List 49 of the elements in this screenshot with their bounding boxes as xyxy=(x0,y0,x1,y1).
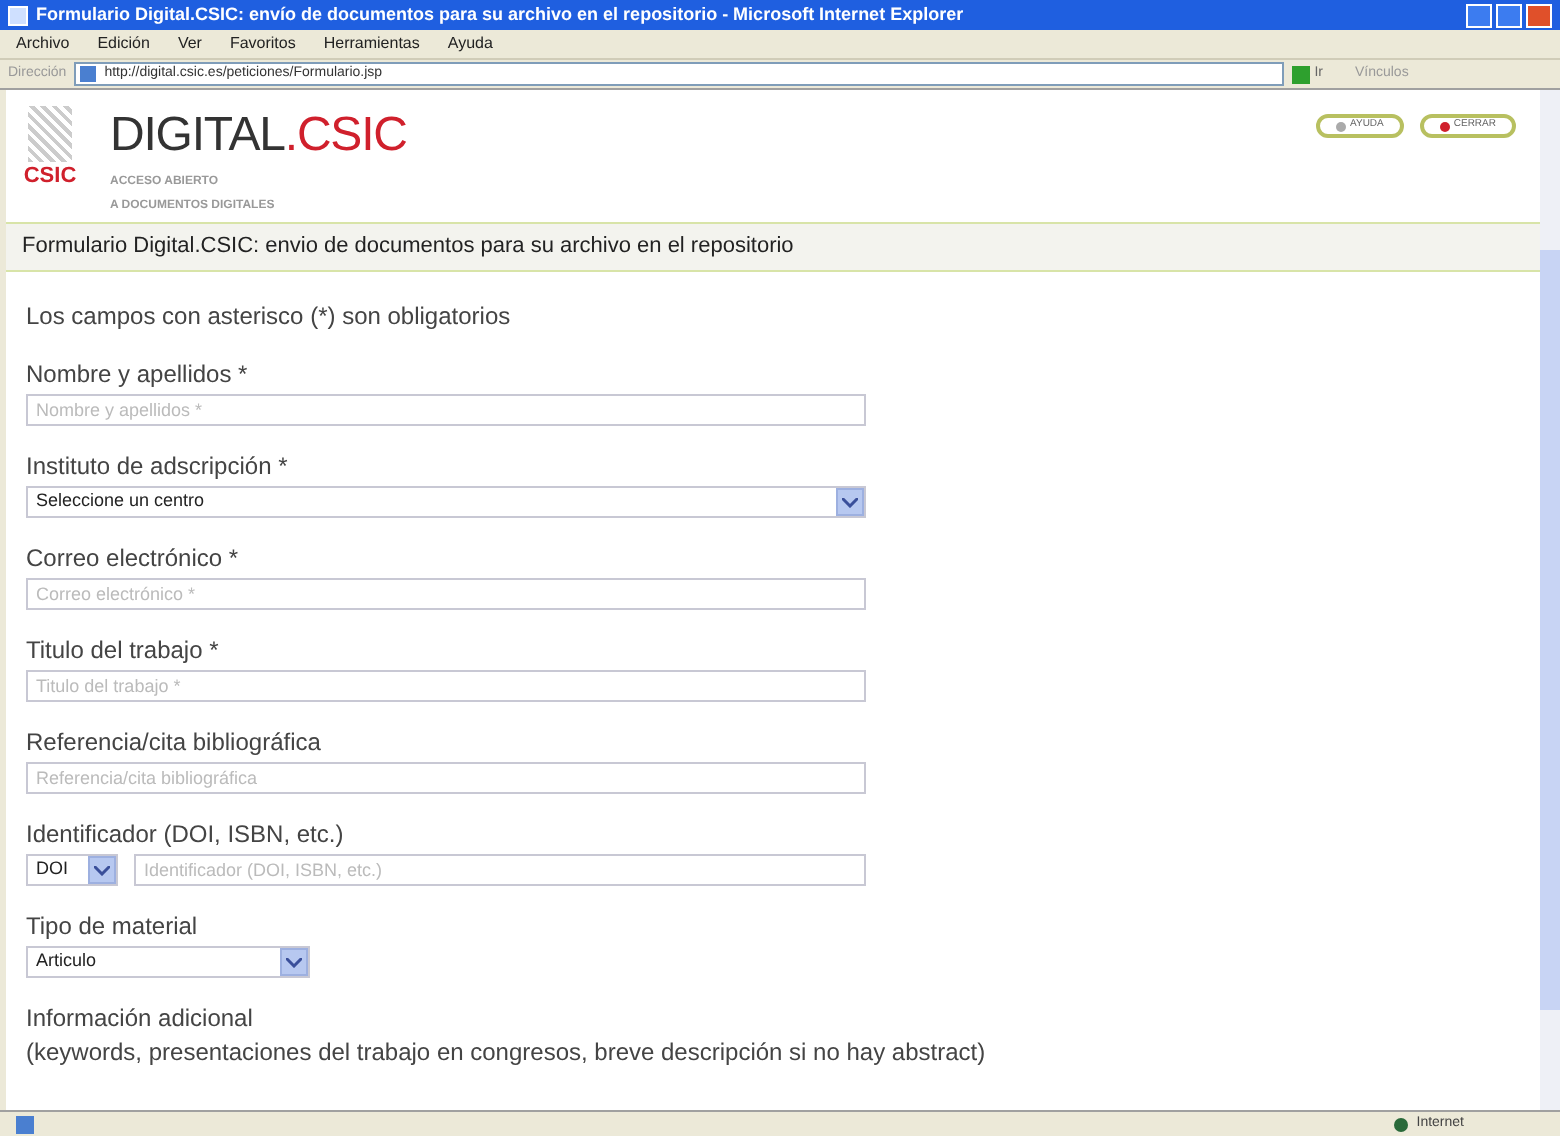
page-title-bar: Formulario Digital.CSIC: envio de documentos para su archivo en el repositorio xyxy=(6,222,1540,272)
field-hint: (keywords, presentaciones del trabajo en congresos, breve descripción si no hay abstract) xyxy=(26,1038,988,1066)
menu-item[interactable]: Favoritos xyxy=(229,32,296,56)
select-value: Seleccione un centro xyxy=(36,488,205,515)
menu-item[interactable]: Ver xyxy=(177,32,202,56)
window-title: Formulario Digital.CSIC: envío de documentos para su archivo en el repositorio - Microsoft Internet Explorer xyxy=(36,1,964,28)
menu-item[interactable]: Herramientas xyxy=(323,32,420,56)
menu-item[interactable]: Edición xyxy=(97,32,150,56)
scrollbar-thumb[interactable] xyxy=(1540,250,1560,1010)
logo-text: CSIC xyxy=(23,166,77,188)
page-icon xyxy=(80,66,97,82)
maximize-button[interactable] xyxy=(1496,3,1522,27)
site-brand: DIGITAL.CSIC xyxy=(110,110,407,162)
text-field[interactable]: Referencia/cita bibliográfica xyxy=(26,762,866,794)
close-icon xyxy=(1439,121,1450,131)
required-note: Los campos con asterisco (*) son obligatorios xyxy=(26,300,513,334)
select-value: DOI xyxy=(36,856,69,883)
minimize-button[interactable] xyxy=(1466,3,1492,27)
field-label: Referencia/cita bibliográfica xyxy=(26,728,323,756)
field-label: Nombre y apellidos * xyxy=(26,360,250,388)
select-field[interactable]: Seleccione un centro xyxy=(26,486,866,518)
dropdown-arrow-button[interactable] xyxy=(836,488,864,516)
text-field[interactable]: Correo electrónico * xyxy=(26,578,866,610)
dropdown-arrow-button[interactable] xyxy=(88,856,116,884)
chevron-down-icon xyxy=(286,957,302,967)
close-button[interactable] xyxy=(1526,3,1552,27)
scrollbar[interactable] xyxy=(1540,90,1560,1110)
field-label: Correo electrónico * xyxy=(26,544,241,572)
browser-icon xyxy=(8,5,28,25)
page-status-icon xyxy=(16,1115,34,1133)
select-field[interactable]: DOI xyxy=(26,854,118,886)
menu-item[interactable]: Archivo xyxy=(16,32,70,56)
dropdown-arrow-button[interactable] xyxy=(280,948,308,976)
field-label: Tipo de material xyxy=(26,912,200,940)
menu-item[interactable]: Ayuda xyxy=(447,32,493,56)
select-field[interactable]: Articulo xyxy=(26,946,310,978)
text-field[interactable]: Identificador (DOI, ISBN, etc.) xyxy=(134,854,866,886)
logo-pattern-drawing xyxy=(28,106,72,162)
text-field[interactable]: Nombre y apellidos * xyxy=(26,394,866,426)
globe-icon xyxy=(1394,1117,1409,1131)
field-label: Instituto de adscripción * xyxy=(26,452,290,480)
chevron-down-icon xyxy=(842,497,858,507)
chevron-down-icon xyxy=(94,865,110,875)
help-icon xyxy=(1336,121,1347,131)
text-field[interactable]: Titulo del trabajo * xyxy=(26,670,866,702)
field-label: Identificador (DOI, ISBN, etc.) xyxy=(26,820,346,848)
field-label: Titulo del trabajo * xyxy=(26,636,221,664)
field-label: Información adicional xyxy=(26,1004,255,1032)
select-value: Articulo xyxy=(36,948,97,975)
